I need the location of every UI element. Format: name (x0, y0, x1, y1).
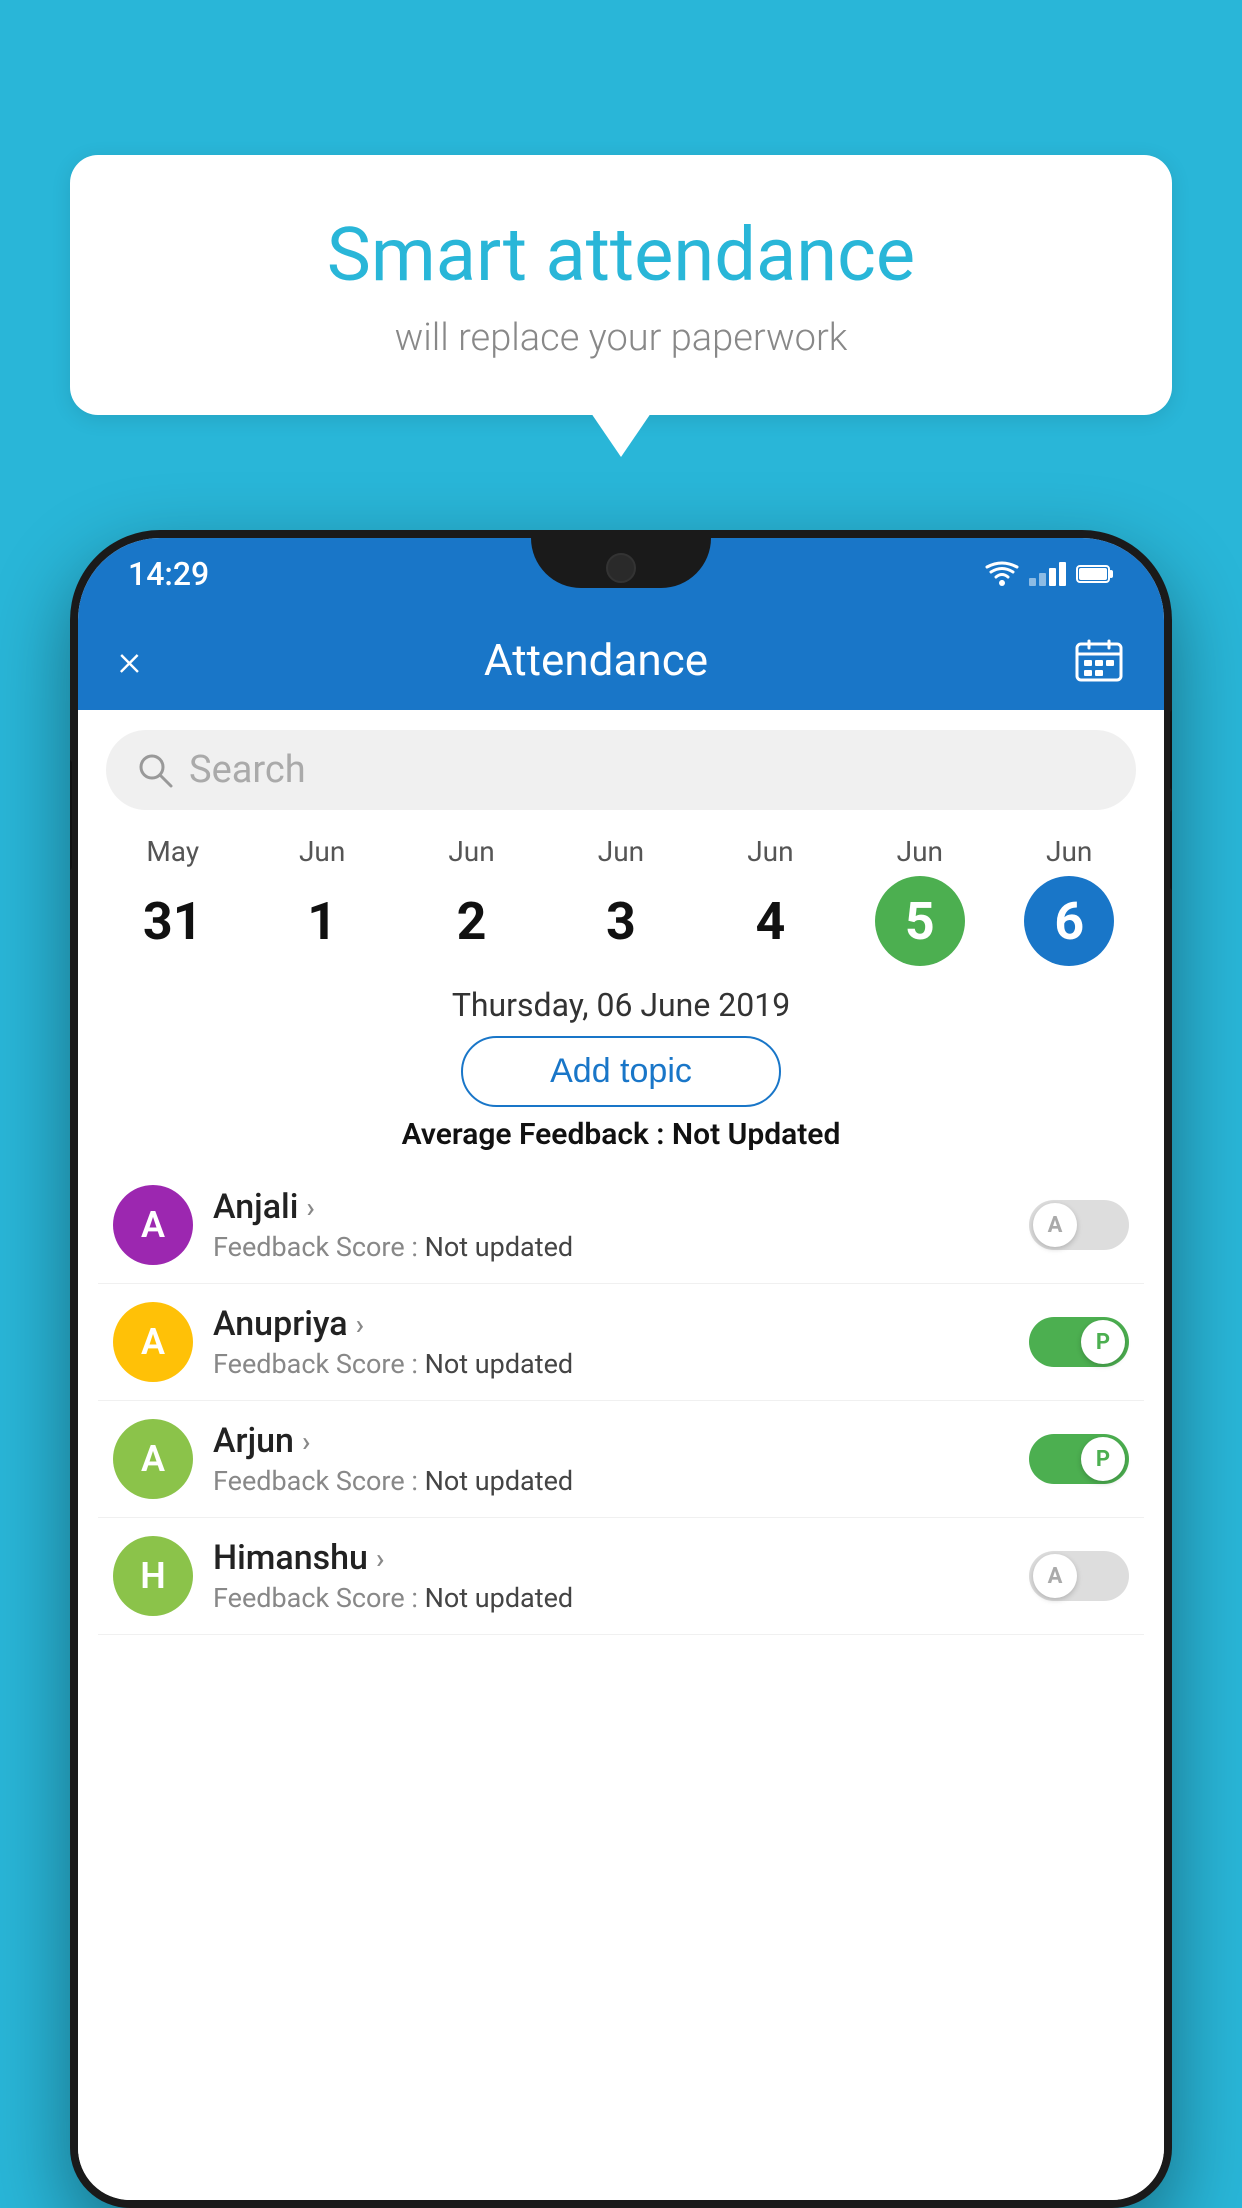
cal-month-3: Jun (598, 835, 644, 868)
search-bar[interactable]: Search (106, 730, 1136, 810)
search-icon (136, 751, 174, 789)
search-input[interactable]: Search (189, 748, 1106, 792)
cal-date-4: 4 (725, 876, 815, 966)
avg-feedback-value: Not Updated (672, 1117, 840, 1152)
wifi-icon (985, 560, 1019, 588)
attendance-toggle-0[interactable]: A (1029, 1200, 1129, 1250)
speech-bubble-container: Smart attendance will replace your paper… (70, 155, 1172, 415)
cal-date-6: 6 (1024, 876, 1114, 966)
add-topic-button[interactable]: Add topic (461, 1036, 781, 1107)
date-info: Thursday, 06 June 2019 (78, 986, 1164, 1024)
phone-frame: 14:29 (70, 530, 1172, 2208)
toggle-wrap-2[interactable]: P (1029, 1434, 1129, 1484)
student-list: AAnjali ›Feedback Score : Not updatedAAA… (78, 1167, 1164, 1635)
toggle-knob-0: A (1033, 1203, 1077, 1247)
student-item-0[interactable]: A Anjali › Feedback Score : Not updated A (98, 1167, 1144, 1284)
student-avatar-3: H (113, 1536, 193, 1616)
student-feedback-1: Feedback Score : Not updated (213, 1348, 1009, 1380)
app-content: Search May 31 Jun 1 Jun 2 Jun 3 Jun 4 Jun 5 Jun 6 Thu… (78, 710, 1164, 2200)
cal-month-6: Jun (1046, 835, 1092, 868)
bubble-subtitle: will replace your paperwork (150, 316, 1092, 360)
cal-month-2: Jun (448, 835, 494, 868)
calendar-day-3[interactable]: Jun 3 (576, 835, 666, 966)
calendar-strip: May 31 Jun 1 Jun 2 Jun 3 Jun 4 Jun 5 Jun 6 (78, 820, 1164, 971)
calendar-day-6[interactable]: Jun 6 (1024, 835, 1114, 966)
battery-icon (1076, 563, 1114, 585)
close-button[interactable]: × (118, 634, 178, 686)
cal-month-1: Jun (299, 835, 345, 868)
cal-month-4: Jun (747, 835, 793, 868)
header-title: Attendance (178, 634, 1014, 686)
calendar-day-5[interactable]: Jun 5 (875, 835, 965, 966)
toggle-wrap-1[interactable]: P (1029, 1317, 1129, 1367)
toggle-knob-2: P (1081, 1437, 1125, 1481)
student-name-2: Arjun › (213, 1421, 1009, 1461)
student-name-0: Anjali › (213, 1187, 1009, 1227)
cal-date-5: 5 (875, 876, 965, 966)
student-item-3[interactable]: H Himanshu › Feedback Score : Not updated A (98, 1518, 1144, 1635)
speech-bubble: Smart attendance will replace your paper… (70, 155, 1172, 415)
attendance-toggle-3[interactable]: A (1029, 1551, 1129, 1601)
bubble-title: Smart attendance (150, 215, 1092, 296)
calendar-icon[interactable] (1074, 638, 1124, 682)
student-item-2[interactable]: A Arjun › Feedback Score : Not updated P (98, 1401, 1144, 1518)
volume-down-button (1170, 810, 1172, 890)
selected-date-label: Thursday, 06 June 2019 (452, 986, 790, 1024)
student-name-1: Anupriya › (213, 1304, 1009, 1344)
toggle-knob-1: P (1081, 1320, 1125, 1364)
front-camera (606, 553, 636, 583)
avg-feedback-label: Average Feedback : (402, 1117, 672, 1152)
avg-feedback: Average Feedback : Not Updated (78, 1117, 1164, 1152)
calendar-day-1[interactable]: Jun 1 (277, 835, 367, 966)
student-avatar-0: A (113, 1185, 193, 1265)
student-name-3: Himanshu › (213, 1538, 1009, 1578)
toggle-knob-3: A (1033, 1554, 1077, 1598)
student-avatar-1: A (113, 1302, 193, 1382)
status-icons (985, 560, 1114, 588)
app-header: × Attendance (78, 610, 1164, 710)
cal-month-0: May (146, 835, 199, 868)
calendar-day-4[interactable]: Jun 4 (725, 835, 815, 966)
student-avatar-2: A (113, 1419, 193, 1499)
cal-date-2: 2 (427, 876, 517, 966)
power-button (70, 760, 72, 870)
cal-date-1: 1 (277, 876, 367, 966)
status-time: 14:29 (128, 555, 209, 593)
attendance-toggle-1[interactable]: P (1029, 1317, 1129, 1367)
calendar-day-0[interactable]: May 31 (128, 835, 218, 966)
cal-month-5: Jun (897, 835, 943, 868)
toggle-wrap-3[interactable]: A (1029, 1551, 1129, 1601)
toggle-wrap-0[interactable]: A (1029, 1200, 1129, 1250)
student-feedback-3: Feedback Score : Not updated (213, 1582, 1009, 1614)
signal-icon (1029, 562, 1066, 586)
student-feedback-0: Feedback Score : Not updated (213, 1231, 1009, 1263)
student-item-1[interactable]: A Anupriya › Feedback Score : Not updated P (98, 1284, 1144, 1401)
calendar-day-2[interactable]: Jun 2 (427, 835, 517, 966)
volume-up-button (1170, 710, 1172, 790)
phone-notch (531, 538, 711, 588)
phone-screen: 14:29 (78, 538, 1164, 2200)
cal-date-3: 3 (576, 876, 666, 966)
cal-date-0: 31 (128, 876, 218, 966)
attendance-toggle-2[interactable]: P (1029, 1434, 1129, 1484)
student-feedback-2: Feedback Score : Not updated (213, 1465, 1009, 1497)
